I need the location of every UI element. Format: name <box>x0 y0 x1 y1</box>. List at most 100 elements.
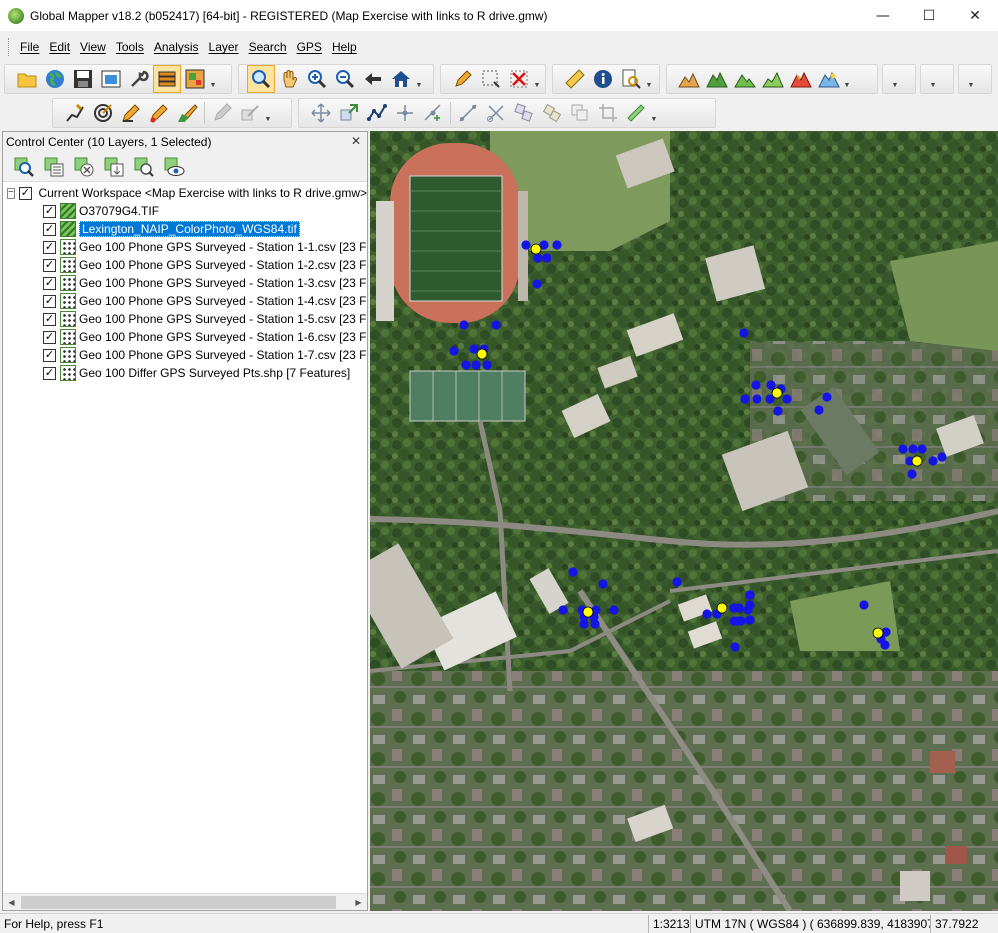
phone-gps-point[interactable] <box>459 320 469 330</box>
layers-icon[interactable] <box>153 65 181 93</box>
horizontal-scrollbar[interactable]: ◀ ▶ <box>3 893 367 910</box>
image-window-icon[interactable] <box>97 65 125 93</box>
layer-row[interactable]: ✓ Geo 100 Phone GPS Surveyed - Station 1-… <box>3 346 367 364</box>
globe-icon[interactable] <box>41 65 69 93</box>
phone-gps-point[interactable] <box>672 577 682 587</box>
phone-gps-point[interactable] <box>598 579 608 589</box>
rotate-icon[interactable] <box>335 99 363 127</box>
delete-x-icon[interactable] <box>505 65 533 93</box>
toolbar-overflow-10[interactable]: ▼ <box>650 99 658 127</box>
split-icon[interactable] <box>454 99 482 127</box>
layer-row[interactable]: ✓ O37079G4.TIF <box>3 202 367 220</box>
control-center-close-button[interactable]: ✕ <box>351 134 361 148</box>
layer-visibility-checkbox[interactable]: ✓ <box>43 240 56 254</box>
toolbar-overflow-7[interactable]: ▼ <box>929 65 937 93</box>
edit-pencil-green-icon[interactable] <box>173 99 201 127</box>
menu-tools[interactable]: Tools <box>111 40 149 54</box>
cut-icon[interactable] <box>482 99 510 127</box>
digitize-line-icon[interactable] <box>61 99 89 127</box>
layer-row[interactable]: ✓ Geo 100 Phone GPS Surveyed - Station 1-… <box>3 238 367 256</box>
workspace-row[interactable]: − ✓ Current Workspace <Map Exercise with… <box>3 184 367 202</box>
scrollbar-thumb[interactable] <box>21 895 336 909</box>
move-vertex-icon[interactable] <box>391 99 419 127</box>
phone-gps-point[interactable] <box>898 444 908 454</box>
maximize-button[interactable]: ☐ <box>906 0 952 31</box>
phone-gps-point[interactable] <box>814 405 824 415</box>
zoom-to-layer-icon[interactable] <box>9 153 39 181</box>
phone-gps-point[interactable] <box>532 279 542 289</box>
save-icon[interactable] <box>69 65 97 93</box>
crop-icon[interactable] <box>594 99 622 127</box>
phone-gps-point[interactable] <box>782 394 792 404</box>
layer-row[interactable]: ✓ Geo 100 Phone GPS Surveyed - Station 1-… <box>3 310 367 328</box>
differential-gps-point[interactable] <box>476 348 488 360</box>
zoom-out-icon[interactable] <box>331 65 359 93</box>
open-folder-icon[interactable] <box>13 65 41 93</box>
pan-hand-icon[interactable] <box>275 65 303 93</box>
phone-gps-point[interactable] <box>859 600 869 610</box>
phone-gps-point[interactable] <box>729 603 739 613</box>
layer-visibility-checkbox[interactable]: ✓ <box>43 204 56 218</box>
workspace-checkbox[interactable]: ✓ <box>18 186 32 200</box>
measure-ruler-icon[interactable] <box>561 65 589 93</box>
differential-gps-point[interactable] <box>716 602 728 614</box>
layer-row[interactable]: ✓ Geo 100 Phone GPS Surveyed - Station 1-… <box>3 328 367 346</box>
terrain-2-icon[interactable] <box>703 65 731 93</box>
wrench-icon[interactable] <box>125 65 153 93</box>
close-layer-icon[interactable] <box>69 153 99 181</box>
layer-row[interactable]: ✓ Geo 100 Phone GPS Surveyed - Station 1-… <box>3 292 367 310</box>
layer-visibility-checkbox[interactable]: ✓ <box>43 276 56 290</box>
phone-gps-point[interactable] <box>558 605 568 615</box>
phone-gps-point[interactable] <box>461 360 471 370</box>
edit-disabled-2-icon[interactable] <box>236 99 264 127</box>
phone-gps-point[interactable] <box>702 609 712 619</box>
phone-gps-point[interactable] <box>928 456 938 466</box>
toolbar-overflow-4[interactable]: ▼ <box>645 65 653 93</box>
toolbar-overflow-2[interactable]: ▼ <box>415 65 423 93</box>
zoom-in-icon[interactable] <box>303 65 331 93</box>
menu-analysis[interactable]: Analysis <box>149 40 204 54</box>
phone-gps-point[interactable] <box>568 567 578 577</box>
differential-gps-point[interactable] <box>911 455 923 467</box>
phone-gps-point[interactable] <box>743 605 753 615</box>
menu-view[interactable]: View <box>75 40 111 54</box>
info-icon[interactable] <box>589 65 617 93</box>
edit-pencil-red-icon[interactable] <box>145 99 173 127</box>
phone-gps-point[interactable] <box>491 320 501 330</box>
layer-visibility-checkbox[interactable]: ✓ <box>43 312 56 326</box>
phone-gps-point[interactable] <box>917 444 927 454</box>
differential-gps-point[interactable] <box>582 606 594 618</box>
toolbar-overflow-5[interactable]: ▼ <box>843 65 851 93</box>
phone-gps-point[interactable] <box>521 240 531 250</box>
phone-gps-point[interactable] <box>907 469 917 479</box>
vertex-icon[interactable] <box>363 99 391 127</box>
layer-visibility-checkbox[interactable]: ✓ <box>43 348 56 362</box>
differential-gps-point[interactable] <box>530 243 542 255</box>
scroll-right-icon[interactable]: ▶ <box>350 898 367 907</box>
layer-visibility-checkbox[interactable]: ✓ <box>43 330 56 344</box>
terrain-6-icon[interactable] <box>815 65 843 93</box>
map-canvas[interactable] <box>370 131 998 911</box>
add-vertex-icon[interactable] <box>419 99 447 127</box>
phone-gps-point[interactable] <box>533 253 543 263</box>
menu-file[interactable]: File <box>15 40 44 54</box>
layer-row[interactable]: ✓ Lexington_NAIP_ColorPhoto_WGS84.tif <box>3 220 367 238</box>
layer-row[interactable]: ✓ Geo 100 Differ GPS Surveyed Pts.shp [7 … <box>3 364 367 382</box>
pencil-icon[interactable] <box>449 65 477 93</box>
layer-visibility-checkbox[interactable]: ✓ <box>43 366 56 380</box>
menu-edit[interactable]: Edit <box>44 40 75 54</box>
search-feature-icon[interactable] <box>617 65 645 93</box>
terrain-4-icon[interactable] <box>759 65 787 93</box>
menu-gps[interactable]: GPS <box>292 40 327 54</box>
phone-gps-point[interactable] <box>773 406 783 416</box>
phone-gps-point[interactable] <box>880 640 890 650</box>
phone-gps-point[interactable] <box>542 253 552 263</box>
phone-gps-point[interactable] <box>609 605 619 615</box>
minimize-button[interactable]: — <box>860 0 906 31</box>
terrain-1-icon[interactable] <box>675 65 703 93</box>
layer-visibility-checkbox[interactable]: ✓ <box>43 258 56 272</box>
toolbar-overflow-6[interactable]: ▼ <box>891 65 899 93</box>
phone-gps-point[interactable] <box>471 360 481 370</box>
menu-grip[interactable] <box>8 38 11 56</box>
zoom-tool-icon[interactable] <box>247 65 275 93</box>
